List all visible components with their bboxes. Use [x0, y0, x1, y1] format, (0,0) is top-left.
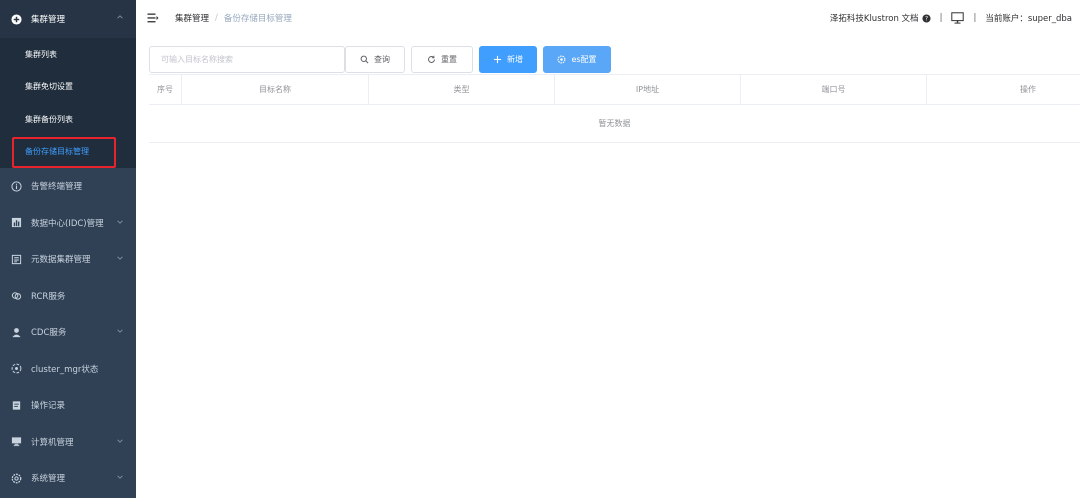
- reset-button-label: 重置: [441, 55, 457, 64]
- chart-icon: [11, 217, 22, 228]
- settings-icon: [11, 473, 22, 484]
- sidebar-subitem-failover-settings[interactable]: 集群免切设置: [0, 71, 136, 104]
- sidebar-item-label: 系统管理: [31, 474, 66, 485]
- query-button[interactable]: 查询: [345, 46, 405, 73]
- search-icon: [360, 55, 369, 64]
- sidebar-submenu: 集群列表 集群免切设置 集群备份列表 备份存储目标管理: [0, 38, 136, 168]
- es-config-button[interactable]: es配置: [543, 46, 611, 73]
- sidebar-item-label: 操作记录: [31, 401, 66, 412]
- metadata-icon: [11, 254, 22, 265]
- sidebar-item-operation-log[interactable]: 操作记录: [0, 387, 136, 424]
- sidebar: 集群管理 集群列表 集群免切设置 集群备份列表 备份存储目标管理 告警终端管理 …: [0, 0, 136, 498]
- sidebar-subitem-backup-storage-target[interactable]: 备份存储目标管理: [0, 136, 136, 169]
- account-label[interactable]: 当前账户：super_dba: [985, 12, 1072, 24]
- info-circle-icon: [11, 181, 22, 192]
- record-icon: [11, 400, 22, 411]
- backup-target-table: 序号 目标名称 类型 IP地址 端口号 操作 暂无数据: [149, 74, 1080, 143]
- column-header-index: 序号: [149, 75, 182, 104]
- menu-fold-icon[interactable]: [147, 12, 159, 24]
- breadcrumb-root[interactable]: 集群管理: [175, 12, 209, 24]
- column-header-type: 类型: [369, 75, 555, 104]
- add-button-label: 新增: [507, 55, 523, 64]
- sidebar-item-label: 告警终端管理: [31, 182, 83, 193]
- svg-text:?: ?: [925, 16, 928, 22]
- sidebar-item-computer-management[interactable]: 计算机管理: [0, 424, 136, 461]
- question-circle-icon[interactable]: ?: [922, 13, 931, 23]
- refresh-icon: [428, 55, 435, 63]
- sidebar-item-label: 数据中心(IDC)管理: [31, 218, 104, 229]
- chevron-down-icon: [116, 254, 124, 265]
- chevron-down-icon: [116, 437, 124, 448]
- gear-icon: [557, 55, 566, 64]
- sidebar-item-metadata-cluster[interactable]: 元数据集群管理: [0, 241, 136, 278]
- breadcrumb-current: 备份存储目标管理: [223, 14, 292, 24]
- add-button[interactable]: 新增: [479, 46, 537, 73]
- top-navbar: 集群管理 / 备份存储目标管理 泽拓科技Klustron 文档 ? | | 当前…: [136, 0, 1080, 36]
- sidebar-subitem-label: 集群列表: [25, 49, 57, 59]
- chevron-down-icon: [116, 327, 124, 338]
- sidebar-item-cdc[interactable]: CDC服务: [0, 314, 136, 351]
- table-empty-text: 暂无数据: [149, 105, 1080, 143]
- column-header-actions: 操作: [1020, 85, 1036, 94]
- navbar-divider: |: [973, 13, 977, 23]
- sidebar-item-label: 元数据集群管理: [31, 255, 91, 266]
- sidebar-item-label: CDC服务: [31, 328, 67, 339]
- column-header-port: 端口号: [741, 75, 927, 104]
- chevron-down-icon: [116, 473, 124, 484]
- sidebar-item-label: 计算机管理: [31, 437, 74, 448]
- sidebar-item-rcr[interactable]: RCR服务: [0, 278, 136, 315]
- sidebar-item-idc[interactable]: 数据中心(IDC)管理: [0, 205, 136, 242]
- sidebar-item-system-management[interactable]: 系统管理: [0, 460, 136, 497]
- plus-circle-icon: [11, 13, 22, 25]
- sidebar-item-label: cluster_mgr状态: [31, 364, 99, 375]
- sidebar-subitem-cluster-list[interactable]: 集群列表: [0, 38, 136, 71]
- monitor-icon[interactable]: [951, 12, 965, 24]
- navbar-right: 泽拓科技Klustron 文档 ? | | 当前账户：super_dba: [830, 0, 1072, 36]
- es-config-button-label: es配置: [571, 55, 597, 64]
- computer-icon: [11, 436, 22, 447]
- column-header-ip: IP地址: [555, 75, 741, 104]
- docs-link[interactable]: 泽拓科技Klustron 文档: [830, 12, 919, 24]
- column-header-target-name: 目标名称: [182, 75, 369, 104]
- sidebar-item-cluster-mgr-status[interactable]: cluster_mgr状态: [0, 351, 136, 388]
- reset-button[interactable]: 重置: [411, 46, 473, 73]
- sidebar-subitem-label: 集群免切设置: [25, 82, 73, 92]
- table-header: 序号 目标名称 类型 IP地址 端口号 操作: [149, 74, 1080, 105]
- breadcrumb-separator: /: [215, 13, 218, 23]
- chevron-up-icon: [116, 13, 124, 24]
- sidebar-group-label: 集群管理: [31, 15, 66, 25]
- link-icon: [11, 290, 22, 301]
- sidebar-subitem-backup-list[interactable]: 集群备份列表: [0, 103, 136, 136]
- target-name-search-input[interactable]: [149, 46, 345, 73]
- sidebar-subitem-label: 集群备份列表: [25, 114, 73, 124]
- sidebar-item-alarm-terminal[interactable]: 告警终端管理: [0, 168, 136, 205]
- plus-icon: [493, 55, 502, 64]
- chevron-down-icon: [116, 218, 124, 229]
- navbar-divider: |: [939, 13, 943, 23]
- user-icon: [11, 327, 22, 338]
- status-icon: [11, 363, 22, 374]
- highlight-box: [12, 136, 116, 168]
- sidebar-group-cluster-management[interactable]: 集群管理: [0, 0, 136, 38]
- query-button-label: 查询: [374, 55, 390, 64]
- sidebar-item-label: RCR服务: [31, 291, 66, 302]
